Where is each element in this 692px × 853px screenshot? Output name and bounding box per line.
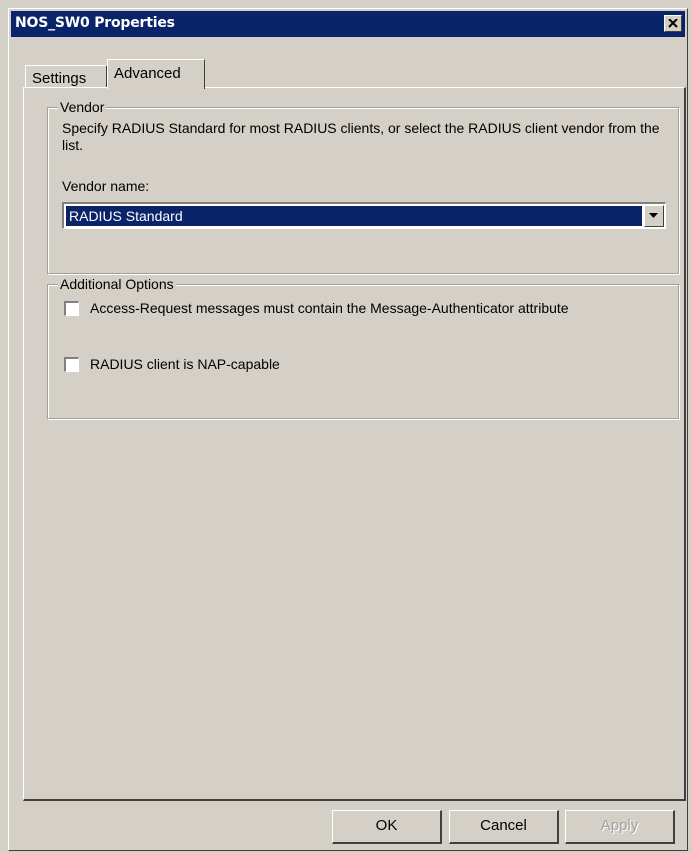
tab-settings[interactable]: Settings (25, 65, 107, 87)
tab-advanced-label: Advanced (114, 65, 181, 82)
message-authenticator-label: Access-Request messages must contain the… (90, 300, 569, 316)
vendor-name-label: Vendor name: (62, 178, 150, 194)
additional-options-groupbox: Additional Options Access-Request messag… (47, 276, 679, 419)
vendor-group-legend: Vendor (58, 99, 107, 115)
advanced-tab-panel: Vendor Specify RADIUS Standard for most … (23, 87, 686, 801)
close-button[interactable] (664, 15, 682, 32)
vendor-description: Specify RADIUS Standard for most RADIUS … (62, 120, 660, 153)
tab-advanced[interactable]: Advanced (107, 59, 205, 89)
vendor-name-value: RADIUS Standard (66, 206, 642, 226)
properties-dialog: NOS_SW0 Properties Settings Advanced Ven… (8, 8, 688, 851)
window-title: NOS_SW0 Properties (15, 15, 175, 31)
vendor-name-dropdown[interactable]: RADIUS Standard (62, 202, 666, 229)
message-authenticator-checkbox[interactable] (64, 301, 79, 316)
cancel-button[interactable]: Cancel (449, 810, 559, 844)
close-icon (668, 19, 678, 28)
tab-settings-label: Settings (32, 70, 87, 87)
nap-capable-checkbox[interactable] (64, 357, 79, 372)
nap-capable-label: RADIUS client is NAP-capable (90, 356, 280, 372)
title-bar[interactable]: NOS_SW0 Properties (11, 11, 685, 37)
vendor-groupbox: Vendor Specify RADIUS Standard for most … (47, 99, 679, 274)
vendor-dropdown-button[interactable] (644, 205, 664, 227)
options-group-legend: Additional Options (58, 276, 176, 292)
ok-button[interactable]: OK (332, 810, 442, 844)
chevron-down-icon (649, 213, 658, 218)
apply-button[interactable]: Apply (565, 810, 675, 844)
